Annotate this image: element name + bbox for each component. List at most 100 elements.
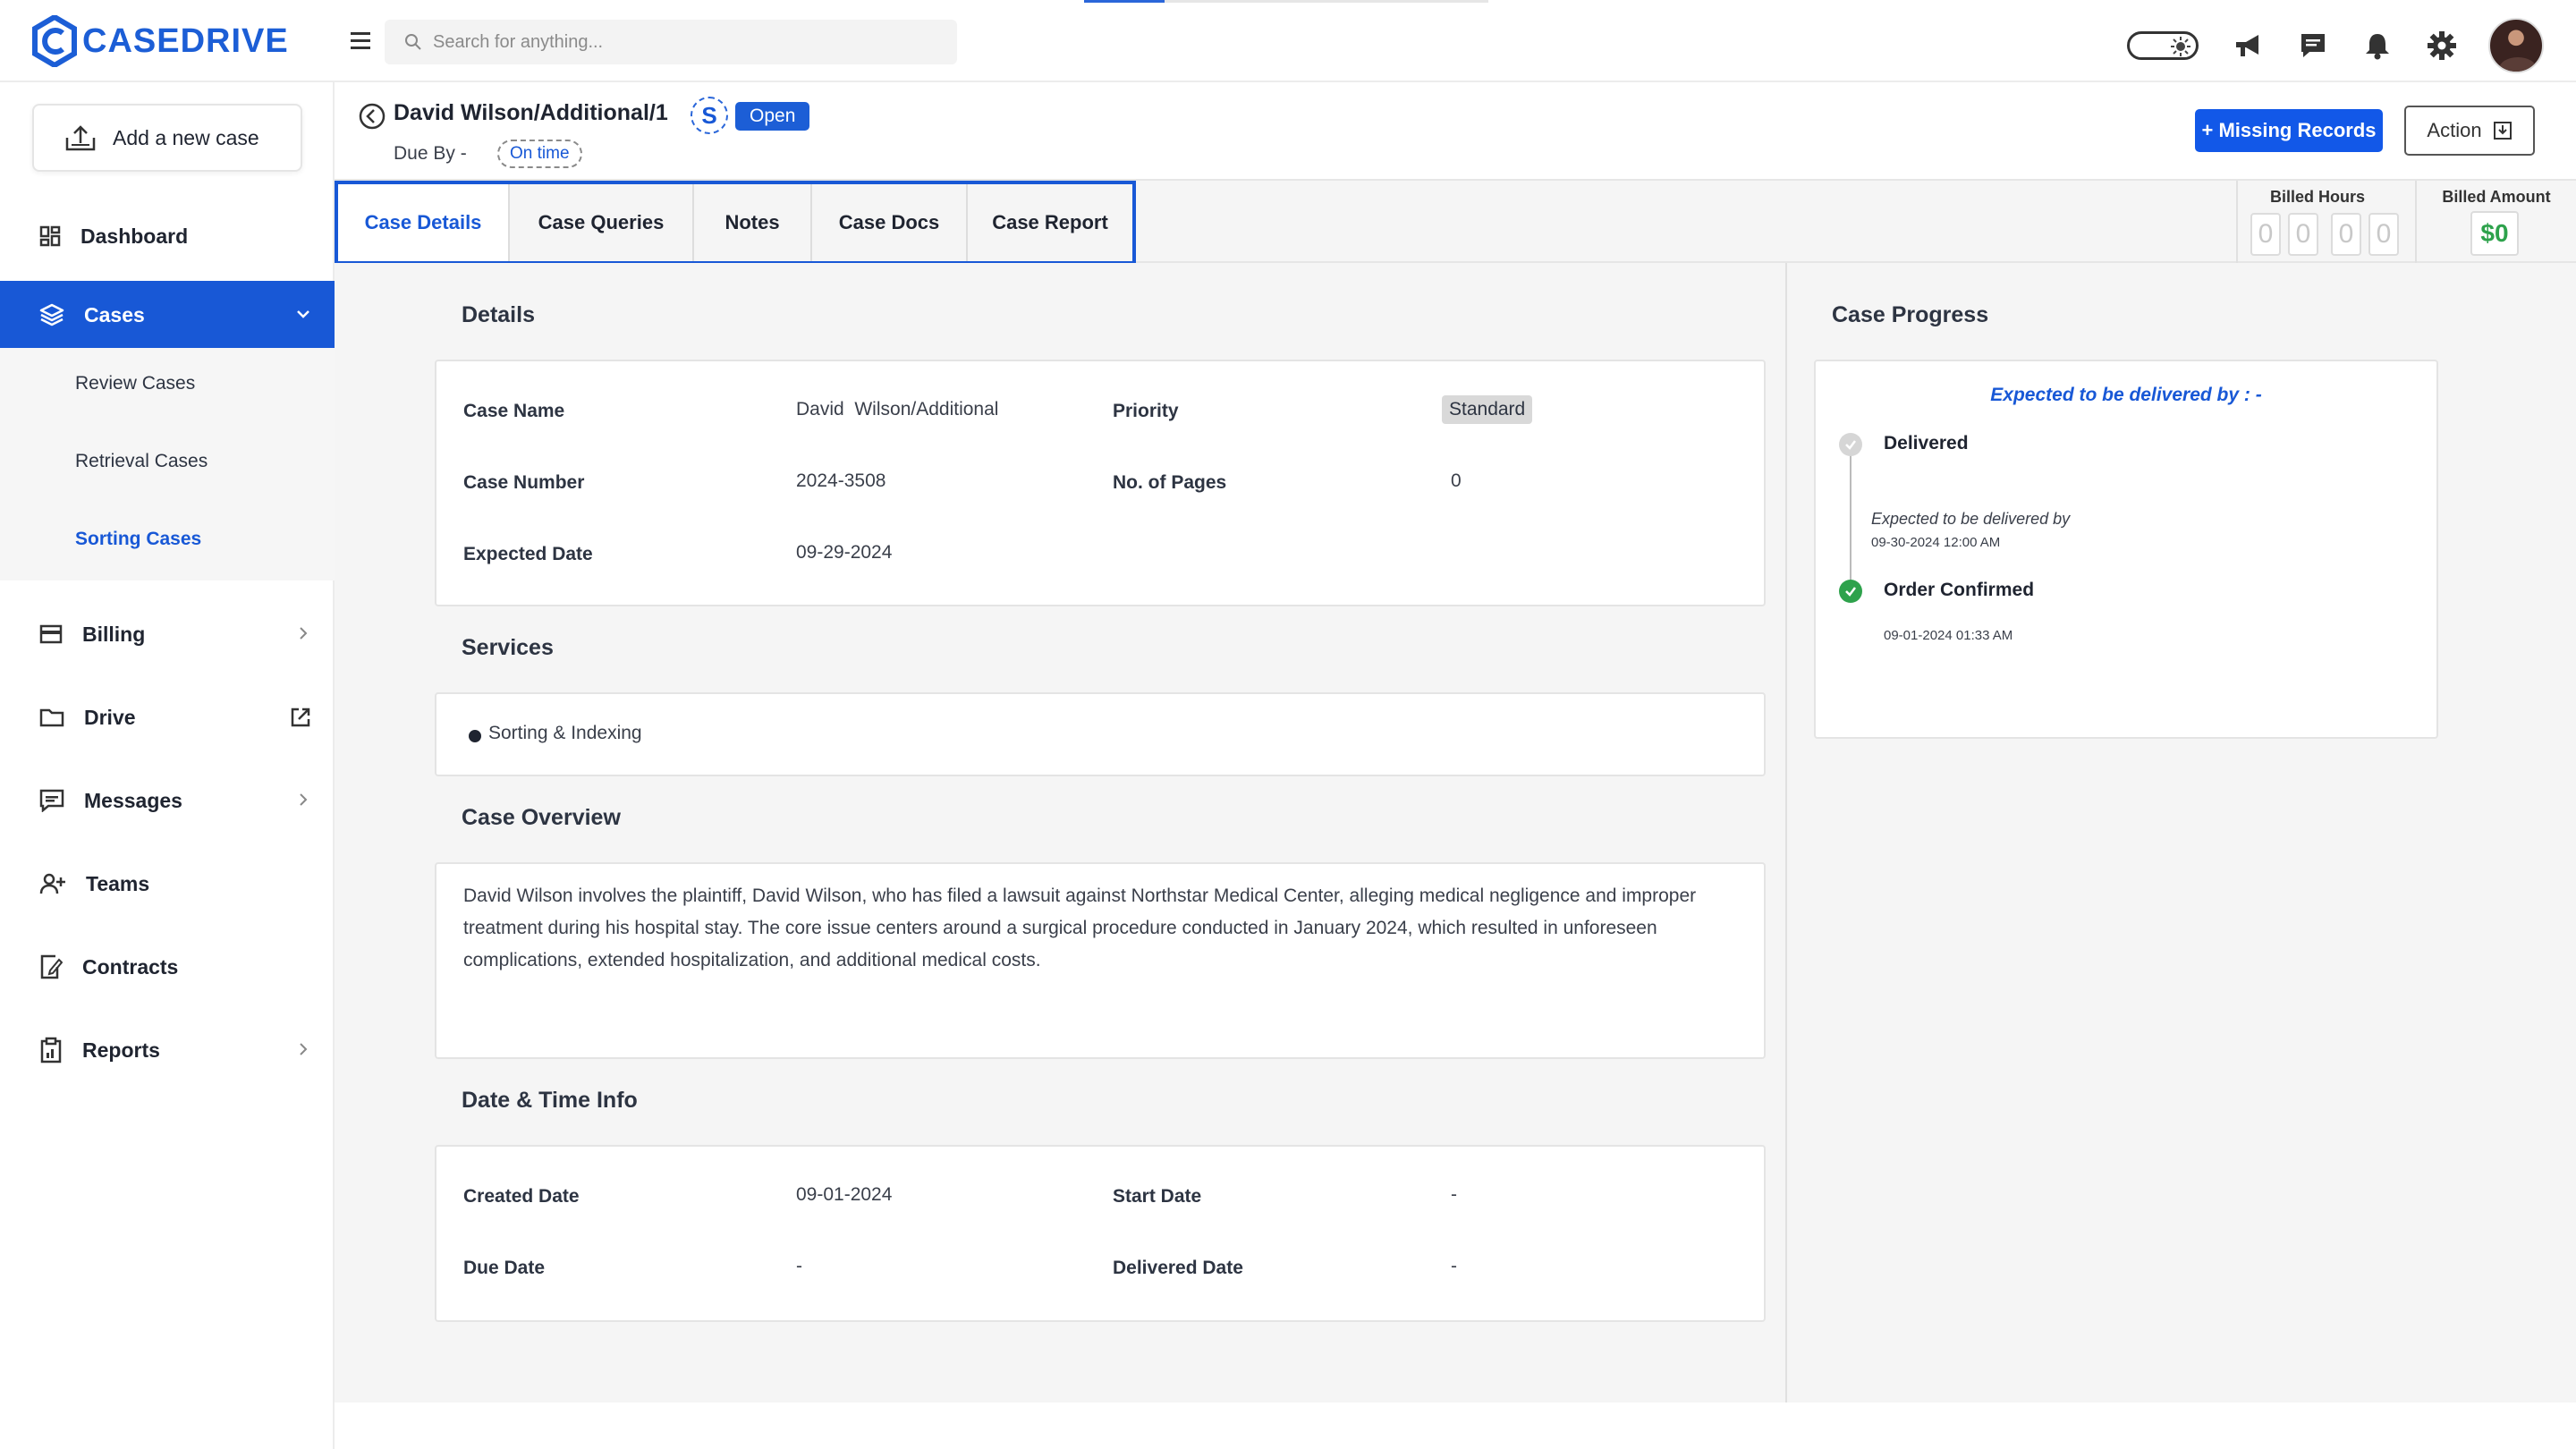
top-bar: CASEDRIVE xyxy=(0,0,2576,82)
theme-toggle[interactable] xyxy=(2127,31,2199,60)
services-card: Sorting & Indexing xyxy=(435,692,1766,776)
bullet-icon xyxy=(469,730,481,742)
case-name-value: David Wilson/Additional xyxy=(796,399,999,419)
progress-title: Case Progress xyxy=(1832,302,1989,327)
priority-badge: Standard xyxy=(1442,395,1533,424)
due-by-label: Due By - xyxy=(394,143,467,164)
due-date-value: - xyxy=(796,1256,802,1276)
sidebar-item-label: Drive xyxy=(84,705,136,729)
start-date-label: Start Date xyxy=(1113,1186,1202,1207)
sidebar-item-label: Dashboard xyxy=(80,224,189,248)
chevron-right-icon xyxy=(300,627,308,640)
created-date-label: Created Date xyxy=(463,1186,580,1207)
logo-hexagon-icon xyxy=(32,15,77,67)
add-case-label: Add a new case xyxy=(113,125,259,149)
top-loading-track xyxy=(1165,0,1488,3)
search-icon xyxy=(405,34,421,50)
search-input[interactable] xyxy=(433,31,934,53)
hours-digit: 0 xyxy=(2288,213,2318,256)
expected-date-value: 09-29-2024 xyxy=(796,542,893,563)
overview-text: David Wilson involves the plaintiff, Dav… xyxy=(463,886,1697,970)
sidebar-item-teams[interactable]: Teams xyxy=(0,850,335,918)
settings-gear-icon[interactable] xyxy=(2424,28,2460,64)
status-badge: Open xyxy=(735,102,810,131)
sidebar-subitem-retrieval-cases[interactable]: Retrieval Cases xyxy=(75,451,208,472)
sidebar-item-label: Billing xyxy=(82,622,146,646)
priority-label: Priority xyxy=(1113,401,1179,421)
sidebar-item-dashboard[interactable]: Dashboard xyxy=(0,202,335,270)
credit-card-icon xyxy=(39,624,63,644)
sidebar-item-label: Reports xyxy=(82,1038,160,1062)
case-details-content: Details Case Name David Wilson/Additiona… xyxy=(335,263,1785,1402)
layers-icon xyxy=(39,303,64,326)
case-number-label: Case Number xyxy=(463,472,585,493)
sidebar: Add a new case Dashboard Cases Review Ca… xyxy=(0,82,335,1449)
back-arrow-icon[interactable] xyxy=(358,102,386,131)
sidebar-item-billing[interactable]: Billing xyxy=(0,600,335,668)
datetime-card: Created Date 09-01-2024 Start Date - Due… xyxy=(435,1145,1766,1322)
timeline-line xyxy=(1850,453,1852,587)
app-logo[interactable]: CASEDRIVE xyxy=(32,14,289,68)
sidebar-subitem-sorting-cases[interactable]: Sorting Cases xyxy=(75,529,201,550)
step-expected-note: Expected to be delivered by xyxy=(1871,510,2071,528)
sun-icon xyxy=(2171,37,2190,56)
tab-notes[interactable]: Notes xyxy=(694,184,812,261)
tab-case-docs[interactable]: Case Docs xyxy=(812,184,968,261)
due-date-label: Due Date xyxy=(463,1258,546,1278)
users-icon xyxy=(39,873,65,894)
external-link-icon[interactable] xyxy=(290,707,311,728)
case-number-value: 2024-3508 xyxy=(796,470,886,491)
top-loading-indicator xyxy=(1084,0,1165,3)
action-label: Action xyxy=(2427,119,2482,141)
billed-amount-label: Billed Amount xyxy=(2442,188,2551,206)
sidebar-subitem-review-cases[interactable]: Review Cases xyxy=(75,373,195,394)
chat-icon[interactable] xyxy=(2295,28,2331,64)
sidebar-item-messages[interactable]: Messages xyxy=(0,767,335,835)
step-order-confirmed-label: Order Confirmed xyxy=(1884,580,2035,600)
megaphone-icon[interactable] xyxy=(2231,28,2267,64)
case-name-label: Case Name xyxy=(463,401,565,421)
sidebar-item-label: Teams xyxy=(86,871,150,895)
sidebar-item-reports[interactable]: Reports xyxy=(0,1016,335,1084)
billed-amount-value: $0 xyxy=(2470,211,2519,256)
missing-records-button[interactable]: + Missing Records xyxy=(2195,109,2383,152)
progress-card: Expected to be delivered by : - Delivere… xyxy=(1814,360,2438,739)
step-expected-time: 09-30-2024 12:00 AM xyxy=(1871,535,2001,550)
step-pending-icon xyxy=(1839,433,1862,456)
tabs-row: Case Details Case Queries Notes Case Doc… xyxy=(335,179,2576,265)
folder-icon xyxy=(39,708,64,727)
action-box-icon xyxy=(2493,122,2512,140)
billed-hours-label: Billed Hours xyxy=(2269,188,2365,206)
chevron-right-icon xyxy=(300,1043,308,1055)
add-case-button[interactable]: Add a new case xyxy=(32,104,302,172)
details-card: Case Name David Wilson/Additional Priori… xyxy=(435,360,1766,606)
hamburger-menu-icon[interactable] xyxy=(345,25,376,55)
case-tabs: Case Details Case Queries Notes Case Doc… xyxy=(335,181,1136,265)
user-avatar[interactable] xyxy=(2488,18,2544,73)
tab-case-queries[interactable]: Case Queries xyxy=(510,184,694,261)
sidebar-item-cases[interactable]: Cases xyxy=(0,281,335,349)
bell-icon[interactable] xyxy=(2360,28,2395,64)
case-progress-panel: Case Progress Expected to be delivered b… xyxy=(1785,263,2576,1402)
tab-case-report[interactable]: Case Report xyxy=(968,184,1132,261)
delivered-date-label: Delivered Date xyxy=(1113,1258,1243,1278)
sidebar-item-label: Messages xyxy=(84,788,182,812)
datetime-title: Date & Time Info xyxy=(462,1088,638,1113)
services-title: Services xyxy=(462,635,554,660)
expected-date-label: Expected Date xyxy=(463,544,593,564)
tab-case-details[interactable]: Case Details xyxy=(338,184,510,261)
sidebar-item-contracts[interactable]: Contracts xyxy=(0,933,335,1001)
service-item: Sorting & Indexing xyxy=(488,723,642,743)
sidebar-item-drive[interactable]: Drive xyxy=(0,683,335,751)
action-button[interactable]: Action xyxy=(2404,106,2535,156)
footer-band xyxy=(335,1402,2576,1449)
cases-submenu: Review Cases Retrieval Cases Sorting Cas… xyxy=(0,348,335,580)
contract-icon xyxy=(40,954,63,979)
created-date-value: 09-01-2024 xyxy=(796,1184,893,1205)
step-done-check-icon xyxy=(1839,580,1862,603)
step-order-confirmed-time: 09-01-2024 01:33 AM xyxy=(1884,628,2013,643)
upload-icon xyxy=(65,125,96,151)
search-bar[interactable] xyxy=(385,20,957,64)
dashboard-icon xyxy=(39,225,61,247)
billed-amount: Billed Amount $0 xyxy=(2415,181,2576,265)
